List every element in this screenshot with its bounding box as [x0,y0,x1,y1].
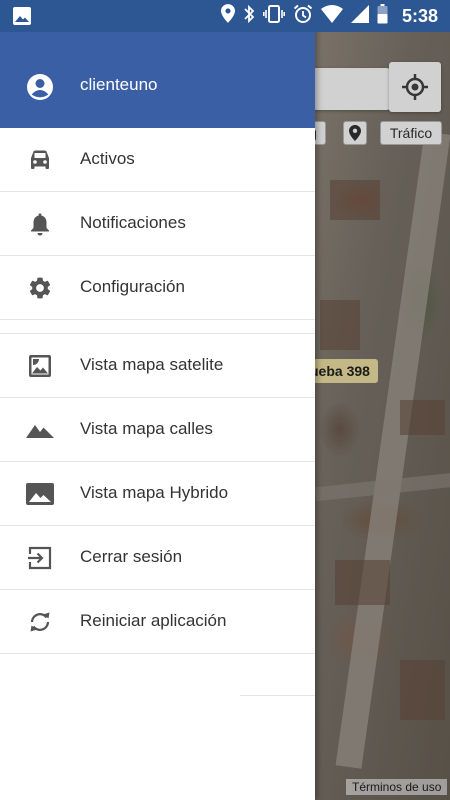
wifi-icon [320,4,343,28]
menu-item-configuracion[interactable]: Configuración [0,256,315,320]
clock: 5:38 [401,5,438,26]
divider [240,695,315,696]
bell-icon [26,212,54,236]
refresh-icon [26,610,54,634]
battery-icon [377,3,388,29]
menu-item-vista-satelite[interactable]: Vista mapa satelite [0,334,315,398]
menu-item-label: Cerrar sesión [80,547,183,566]
menu-item-reiniciar[interactable]: Reiniciar aplicación [0,590,315,654]
navigation-drawer: clienteuno Activos Notificaciones Config… [0,0,315,800]
menu-item-activos[interactable]: Activos [0,128,315,192]
bluetooth-icon [243,4,255,29]
account-username: clienteuno [80,75,158,94]
menu-item-label: Reiniciar aplicación [80,611,227,630]
menu-item-label: Notificaciones [80,213,186,232]
logout-icon [26,546,54,570]
menu-item-label: Vista mapa Hybrido [80,483,229,502]
terrain-icon [26,418,54,442]
menu-item-vista-calles[interactable]: Vista mapa calles [0,398,315,462]
menu-item-label: Vista mapa calles [80,419,213,438]
signal-icon [350,4,369,28]
image-icon [13,7,31,30]
menu-item-label: Configuración [80,277,185,296]
alarm-icon [293,4,313,29]
menu-item-cerrar-sesion[interactable]: Cerrar sesión [0,526,315,590]
menu-item-label: Activos [80,149,135,168]
vibrate-icon [262,4,285,28]
account-row[interactable]: clienteuno [0,64,315,108]
divider [0,320,315,334]
account-circle-icon [26,73,54,101]
car-icon [26,148,54,172]
location-icon [220,4,235,28]
status-bar: 5:38 [0,0,450,32]
gear-icon [26,276,54,300]
drawer-menu: Activos Notificaciones Configuración Vis… [0,128,315,654]
image-icon [26,482,54,506]
satellite-image-icon [26,354,54,378]
menu-item-notificaciones[interactable]: Notificaciones [0,192,315,256]
menu-item-label: Vista mapa satelite [80,355,224,374]
menu-item-vista-hybrido[interactable]: Vista mapa Hybrido [0,462,315,526]
